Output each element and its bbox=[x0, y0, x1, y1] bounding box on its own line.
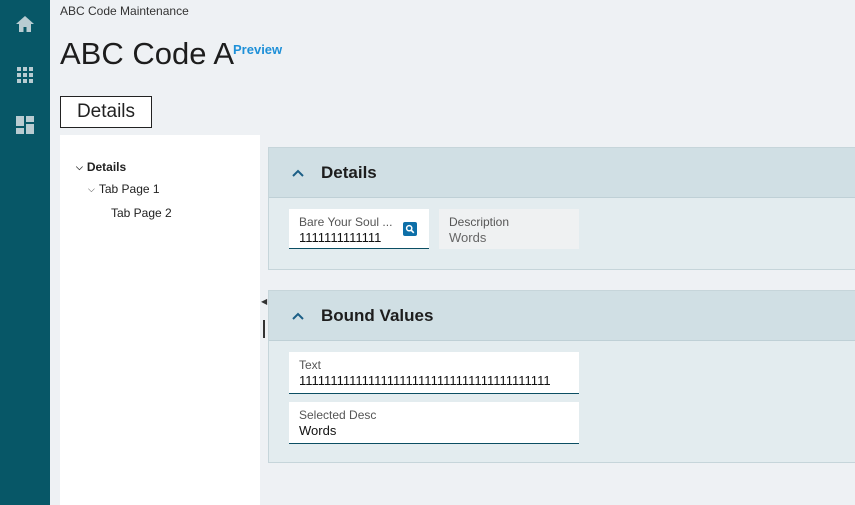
home-icon[interactable] bbox=[15, 14, 35, 34]
tab-details[interactable]: Details bbox=[60, 96, 152, 128]
tree-item-tab-page-1[interactable]: ⌵ Tab Page 1 bbox=[88, 182, 160, 196]
details-section-header[interactable]: Details bbox=[269, 148, 855, 198]
tree-item-label: Details bbox=[86, 160, 127, 174]
preview-link[interactable]: Preview bbox=[233, 42, 282, 57]
lookup-icon[interactable] bbox=[403, 222, 417, 236]
field-label: Text bbox=[299, 358, 322, 372]
field-label: Selected Desc bbox=[299, 408, 377, 422]
page-title: ABC Code A bbox=[60, 36, 235, 71]
section-title: Bound Values bbox=[321, 305, 434, 325]
collapse-panel-icon[interactable]: ◀ bbox=[261, 297, 267, 306]
section-title: Details bbox=[321, 162, 377, 182]
field-value: 1111111111111 bbox=[299, 230, 382, 245]
bare-your-soul-field[interactable]: Bare Your Soul ... 1111111111111 bbox=[289, 209, 429, 249]
description-field: Description Words bbox=[439, 209, 579, 249]
bound-values-section: Bound Values Text 1111111111111111111111… bbox=[268, 290, 855, 463]
apps-grid-icon[interactable] bbox=[15, 65, 35, 85]
details-section-body: Bare Your Soul ... 1111111111111 Descrip… bbox=[269, 198, 855, 269]
chevron-down-icon: ⌵ bbox=[76, 161, 83, 172]
tree-item-label: Tab Page 1 bbox=[98, 182, 160, 196]
details-section: Details Bare Your Soul ... 1111111111111… bbox=[268, 147, 855, 270]
field-label: Bare Your Soul ... bbox=[299, 215, 393, 229]
chevron-up-icon bbox=[291, 166, 305, 180]
dashboard-icon[interactable] bbox=[15, 115, 35, 135]
chevron-down-icon: ⌵ bbox=[88, 183, 95, 194]
panel-splitter[interactable] bbox=[263, 320, 265, 338]
field-value: Words bbox=[299, 423, 337, 438]
nav-rail bbox=[0, 0, 50, 505]
tree-panel: ⌵ Details ⌵ Tab Page 1 Tab Page 2 bbox=[60, 135, 260, 505]
bound-values-section-body: Text 11111111111111111111111111111111111… bbox=[269, 341, 855, 462]
tree-item-tab-page-2[interactable]: Tab Page 2 bbox=[111, 206, 172, 220]
field-value: 1111111111111111111111111111111111111111 bbox=[299, 373, 551, 388]
bound-values-section-header[interactable]: Bound Values bbox=[269, 291, 855, 341]
field-label: Description bbox=[449, 215, 510, 229]
breadcrumb[interactable]: ABC Code Maintenance bbox=[60, 4, 189, 18]
tree-item-label: Tab Page 2 bbox=[111, 206, 172, 220]
field-value: Words bbox=[449, 230, 487, 245]
text-field[interactable]: Text 11111111111111111111111111111111111… bbox=[289, 352, 579, 394]
chevron-up-icon bbox=[291, 309, 305, 323]
tree-item-details[interactable]: ⌵ Details bbox=[76, 160, 126, 174]
selected-desc-field[interactable]: Selected Desc Words bbox=[289, 402, 579, 444]
